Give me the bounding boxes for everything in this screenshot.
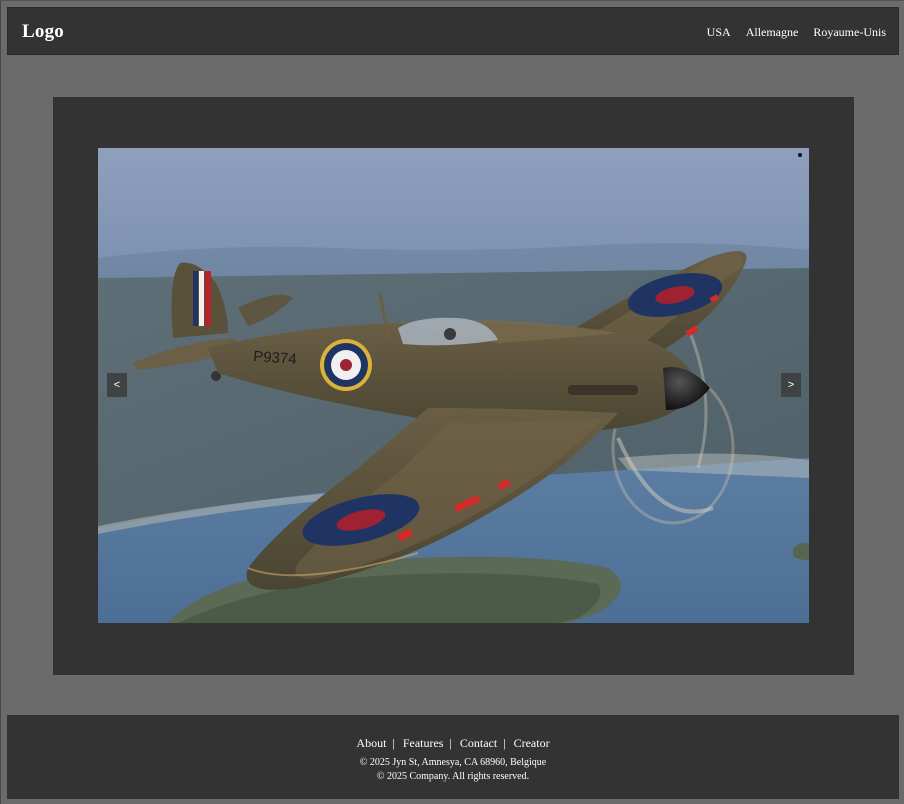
footer-link-about[interactable]: About (356, 736, 386, 750)
footer-link-features[interactable]: Features (403, 736, 444, 750)
footer-link-contact[interactable]: Contact (460, 736, 497, 750)
footer-separator: | (449, 736, 452, 750)
main-nav: USA Allemagne Royaume-Unis (707, 25, 886, 40)
footer-copyright: © 2025 Company. All rights reserved. (376, 771, 530, 782)
footer-links: About | Features | Contact | Creator (7, 736, 899, 750)
nav-link-royaume-unis[interactable]: Royaume-Unis (813, 25, 886, 40)
carousel: P9374 < > (53, 97, 854, 675)
carousel-indicator-dot[interactable] (798, 153, 802, 157)
footer-separator: | (503, 736, 506, 750)
fuselage-code-text: P9374 (253, 348, 297, 368)
footer-address: © 2025 Jyn St, Amnesya, CA 68960, Belgiq… (359, 757, 547, 768)
footer-separator: | (392, 736, 395, 750)
site-header: Logo USA Allemagne Royaume-Unis (7, 7, 899, 55)
carousel-prev-button[interactable]: < (107, 373, 127, 397)
carousel-slide-image: P9374 (98, 148, 809, 623)
nav-link-allemagne[interactable]: Allemagne (746, 25, 799, 40)
nav-link-usa[interactable]: USA (707, 25, 731, 40)
site-footer: About | Features | Contact | Creator © 2025 Jy… (7, 715, 899, 799)
logo[interactable]: Logo (22, 21, 64, 43)
spitfire-photo: P9374 (98, 148, 809, 623)
carousel-next-button[interactable]: > (781, 373, 801, 397)
footer-link-creator[interactable]: Creator (514, 736, 550, 750)
